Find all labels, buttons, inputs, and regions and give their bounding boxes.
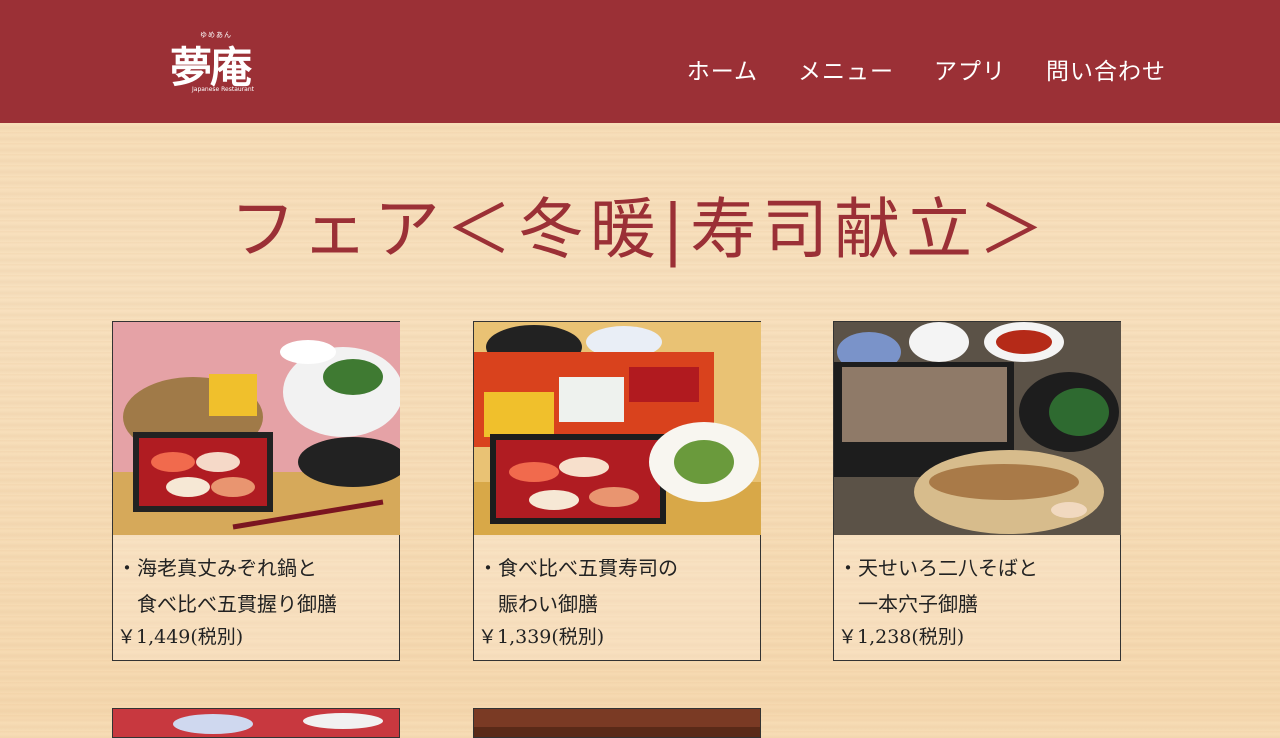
menu-price: ￥1,238(税別): [838, 626, 965, 648]
nav-menu[interactable]: メニュー: [798, 52, 894, 86]
menu-price: ￥1,339(税別): [478, 626, 605, 648]
menu-card[interactable]: ・食べ比べ五貫寿司の 賑わい御膳 ￥1,339(税別): [473, 321, 761, 661]
menu-card[interactable]: ・天せいろ二八そばと 一本穴子御膳 ￥1,238(税別): [833, 321, 1121, 661]
main-nav: ホーム メニュー アプリ 問い合わせ: [687, 52, 1166, 86]
menu-card[interactable]: ・海老真丈みぞれ鍋と 食べ比べ五貫握り御膳 ￥1,449(税別): [112, 321, 400, 661]
nav-contact[interactable]: 問い合わせ: [1046, 52, 1166, 86]
logo-subtitle: Japanese Restaurant: [192, 86, 254, 93]
nav-app[interactable]: アプリ: [934, 52, 1006, 86]
logo[interactable]: ゆめあん 夢庵 Japanese Restaurant: [170, 30, 280, 98]
menu-name: ・食べ比べ五貫寿司の 賑わい御膳: [478, 556, 678, 616]
menu-price: ￥1,449(税別): [117, 626, 244, 648]
menu-name: ・天せいろ二八そばと 一本穴子御膳: [838, 556, 1038, 616]
menu-photo-3: [834, 322, 1121, 535]
menu-name: ・海老真丈みぞれ鍋と 食べ比べ五貫握り御膳: [117, 556, 337, 616]
site-header: ゆめあん 夢庵 Japanese Restaurant ホーム メニュー アプリ…: [0, 0, 1280, 123]
menu-card-partial[interactable]: [473, 708, 761, 738]
menu-photo-2: [474, 322, 761, 535]
menu-photo-1: [113, 322, 400, 535]
menu-card-partial[interactable]: [112, 708, 400, 738]
nav-home[interactable]: ホーム: [687, 52, 758, 86]
page-title: フェア＜冬暖|寿司献立＞: [229, 191, 1051, 268]
